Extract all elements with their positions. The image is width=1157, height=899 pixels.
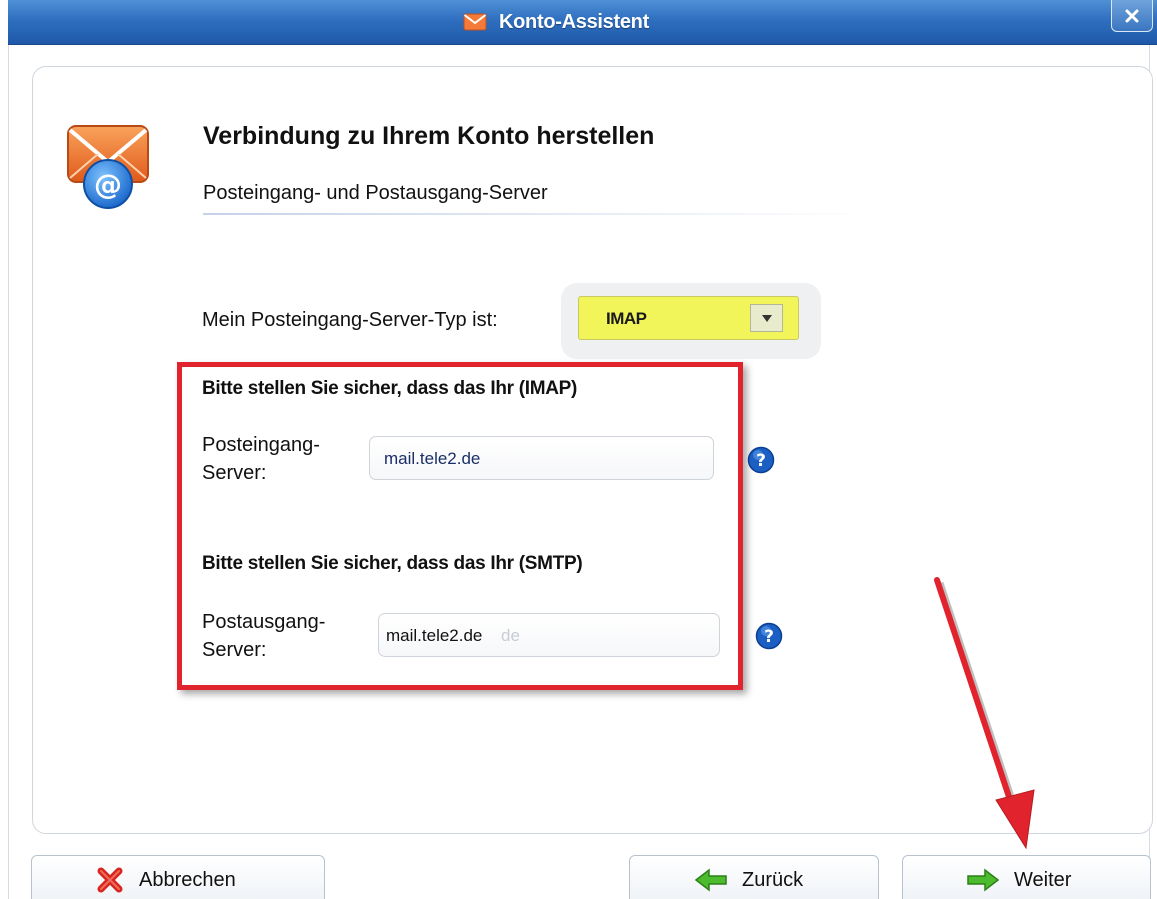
next-button[interactable]: Weiter xyxy=(902,855,1151,899)
mail-at-icon: @ xyxy=(67,125,149,209)
account-wizard-window: Konto-Assistent @ Verbindung zu Ihrem Ko… xyxy=(0,0,1157,899)
server-type-select[interactable]: IMAP xyxy=(578,296,799,340)
back-button[interactable]: Zurück xyxy=(629,855,879,899)
outgoing-server-label: Postausgang- Server: xyxy=(202,608,325,664)
outgoing-label-line1: Postausgang- xyxy=(202,611,326,633)
incoming-server-value: mail.tele2.de xyxy=(384,449,481,468)
dropdown-arrow-button[interactable] xyxy=(750,304,783,332)
back-button-label: Zurück xyxy=(742,868,804,891)
smtp-section-title: Bitte stellen Sie sicher, dass das Ihr (… xyxy=(202,553,583,574)
cancel-button-label: Abbrechen xyxy=(139,868,236,891)
server-type-label: Mein Posteingang-Server-Typ ist: xyxy=(202,309,498,331)
outgoing-ghost-text: de xyxy=(501,626,520,645)
help-icon[interactable]: ? xyxy=(755,622,783,650)
outgoing-server-value: mail.tele2.de xyxy=(386,626,483,645)
header-divider xyxy=(203,213,873,215)
incoming-server-label: Posteingang- Server: xyxy=(202,431,320,487)
imap-section-title: Bitte stellen Sie sicher, dass das Ihr (… xyxy=(202,378,578,399)
arrow-right-icon xyxy=(967,868,1000,892)
arrow-left-icon xyxy=(694,868,727,892)
envelope-icon xyxy=(463,13,487,31)
svg-text:@: @ xyxy=(94,168,122,201)
outgoing-server-input[interactable]: mail.tele2.de de xyxy=(378,613,720,657)
incoming-server-input[interactable]: mail.tele2.de xyxy=(369,436,714,480)
incoming-label-line2: Server: xyxy=(202,462,267,484)
close-icon xyxy=(1125,9,1139,22)
page-subtitle: Posteingang- und Postausgang-Server xyxy=(203,182,548,204)
svg-text:?: ? xyxy=(756,451,766,471)
chevron-down-icon xyxy=(761,314,772,322)
outgoing-label-line2: Server: xyxy=(202,639,267,661)
next-button-label: Weiter xyxy=(1014,868,1072,891)
incoming-label-line1: Posteingang- xyxy=(202,434,320,456)
page-title: Verbindung zu Ihrem Konto herstellen xyxy=(203,122,655,150)
svg-text:?: ? xyxy=(764,627,774,647)
cancel-x-icon xyxy=(97,867,123,893)
window-title: Konto-Assistent xyxy=(499,10,649,33)
title-bar: Konto-Assistent xyxy=(8,0,1157,45)
window-left-border xyxy=(0,0,9,899)
help-icon[interactable]: ? xyxy=(747,446,775,474)
server-type-value: IMAP xyxy=(606,309,647,328)
close-button[interactable] xyxy=(1111,0,1153,32)
cancel-button[interactable]: Abbrechen xyxy=(31,855,325,899)
title-group: Konto-Assistent xyxy=(463,7,649,37)
